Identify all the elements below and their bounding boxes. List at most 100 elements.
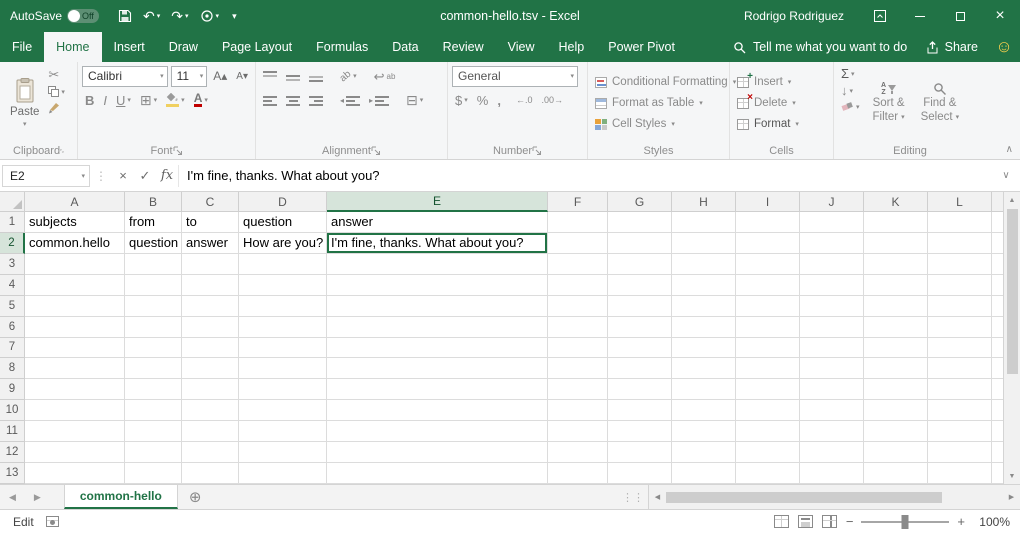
cell-E1[interactable]: answer <box>327 212 548 233</box>
cell-D11[interactable] <box>239 421 327 442</box>
autosave-pill[interactable]: Off <box>67 9 99 23</box>
format-cells-dropdown-icon[interactable]: ▾ <box>795 120 799 128</box>
cell-B9[interactable] <box>125 379 182 400</box>
cell-E8[interactable] <box>327 358 548 379</box>
font-color-button[interactable]: A▾ <box>191 92 211 108</box>
align-middle-button[interactable] <box>283 70 303 83</box>
ribbon-tab-power-pivot[interactable]: Power Pivot <box>596 32 687 62</box>
column-header-K[interactable]: K <box>864 192 928 212</box>
cell-A12[interactable] <box>25 442 125 463</box>
cell-I8[interactable] <box>736 358 800 379</box>
scroll-down-icon[interactable]: ▼ <box>1004 468 1020 484</box>
cell-A1[interactable]: subjects <box>25 212 125 233</box>
column-header-B[interactable]: B <box>125 192 182 212</box>
merge-center-button[interactable]: ⊟▾ <box>403 93 426 108</box>
fill-color-button[interactable]: ▾ <box>163 92 188 108</box>
cell-C10[interactable] <box>182 400 239 421</box>
page-layout-view-icon[interactable] <box>798 515 813 528</box>
cell-D12[interactable] <box>239 442 327 463</box>
feedback-smiley-icon[interactable]: ☺ <box>988 32 1020 62</box>
cell-G2[interactable] <box>608 233 672 254</box>
cell-H6[interactable] <box>672 317 736 338</box>
cell-A9[interactable] <box>25 379 125 400</box>
row-header-10[interactable]: 10 <box>0 400 25 421</box>
ribbon-display-options-button[interactable] <box>860 0 900 32</box>
cell-C13[interactable] <box>182 463 239 484</box>
bold-button[interactable]: B <box>82 93 97 108</box>
borders-dropdown-icon[interactable]: ▾ <box>154 96 158 104</box>
cell-C8[interactable] <box>182 358 239 379</box>
column-header-L[interactable]: L <box>928 192 992 212</box>
cell-E2[interactable]: I'm fine, thanks. What about you? <box>327 233 548 254</box>
cell-F6[interactable] <box>548 317 608 338</box>
cell-G8[interactable] <box>608 358 672 379</box>
delete-cells-dropdown-icon[interactable]: ▾ <box>792 99 796 107</box>
cell-D3[interactable] <box>239 254 327 275</box>
cell-I3[interactable] <box>736 254 800 275</box>
cell-J8[interactable] <box>800 358 864 379</box>
cell-B11[interactable] <box>125 421 182 442</box>
sheet-nav-right-icon[interactable]: ▶ <box>25 485 50 509</box>
cell-J4[interactable] <box>800 275 864 296</box>
column-header-H[interactable]: H <box>672 192 736 212</box>
cell-H8[interactable] <box>672 358 736 379</box>
cell-L13[interactable] <box>928 463 992 484</box>
cell-D5[interactable] <box>239 296 327 317</box>
zoom-level[interactable]: 100% <box>974 515 1010 529</box>
cell-F9[interactable] <box>548 379 608 400</box>
cell-B6[interactable] <box>125 317 182 338</box>
cell-A10[interactable] <box>25 400 125 421</box>
ribbon-tab-home[interactable]: Home <box>44 32 101 62</box>
cell-G12[interactable] <box>608 442 672 463</box>
cell-H4[interactable] <box>672 275 736 296</box>
horizontal-scrollbar[interactable]: ◀ ▶ <box>648 485 1020 509</box>
cell-B10[interactable] <box>125 400 182 421</box>
cell-B5[interactable] <box>125 296 182 317</box>
column-header-I[interactable]: I <box>736 192 800 212</box>
scroll-right-icon[interactable]: ▶ <box>1003 493 1020 501</box>
comma-style-button[interactable]: , <box>494 93 504 108</box>
format-painter-button[interactable] <box>45 101 68 115</box>
cell-I13[interactable] <box>736 463 800 484</box>
redo-button[interactable]: ↷▾ <box>166 3 193 29</box>
cell-I1[interactable] <box>736 212 800 233</box>
insert-function-button[interactable]: fx <box>156 165 178 187</box>
cell-K8[interactable] <box>864 358 928 379</box>
column-header-E[interactable]: E <box>327 192 548 212</box>
cell-G6[interactable] <box>608 317 672 338</box>
cell-G3[interactable] <box>608 254 672 275</box>
cell-G11[interactable] <box>608 421 672 442</box>
conditional-formatting-button[interactable]: Conditional Formatting▾ <box>592 72 725 93</box>
scroll-left-icon[interactable]: ◀ <box>649 493 666 501</box>
cell-K12[interactable] <box>864 442 928 463</box>
undo-dropdown-icon[interactable]: ▾ <box>157 12 161 20</box>
zoom-out-button[interactable]: − <box>846 514 854 529</box>
cell-H3[interactable] <box>672 254 736 275</box>
row-header-12[interactable]: 12 <box>0 442 25 463</box>
cell-C1[interactable]: to <box>182 212 239 233</box>
paste-dropdown-icon[interactable]: ▾ <box>23 120 27 128</box>
fill-dropdown-icon[interactable]: ▾ <box>850 87 854 95</box>
cell-K11[interactable] <box>864 421 928 442</box>
cell-B7[interactable] <box>125 338 182 359</box>
cell-G10[interactable] <box>608 400 672 421</box>
find-select-dropdown-icon[interactable]: ▾ <box>956 111 960 124</box>
find-select-button[interactable]: Find & Select▾ <box>915 64 965 142</box>
cell-L6[interactable] <box>928 317 992 338</box>
cell-E12[interactable] <box>327 442 548 463</box>
cell-E3[interactable] <box>327 254 548 275</box>
cell-B13[interactable] <box>125 463 182 484</box>
cancel-button[interactable]: × <box>112 165 134 187</box>
cell-E13[interactable] <box>327 463 548 484</box>
ribbon-tab-formulas[interactable]: Formulas <box>304 32 380 62</box>
cell-K9[interactable] <box>864 379 928 400</box>
cell-E4[interactable] <box>327 275 548 296</box>
ribbon-tab-file[interactable]: File <box>0 32 44 62</box>
autosum-dropdown-icon[interactable]: ▾ <box>851 70 855 78</box>
cell-K4[interactable] <box>864 275 928 296</box>
cell-E9[interactable] <box>327 379 548 400</box>
scroll-up-icon[interactable]: ▲ <box>1004 192 1020 208</box>
cell-D6[interactable] <box>239 317 327 338</box>
cell-A6[interactable] <box>25 317 125 338</box>
select-all-corner[interactable] <box>0 192 25 212</box>
